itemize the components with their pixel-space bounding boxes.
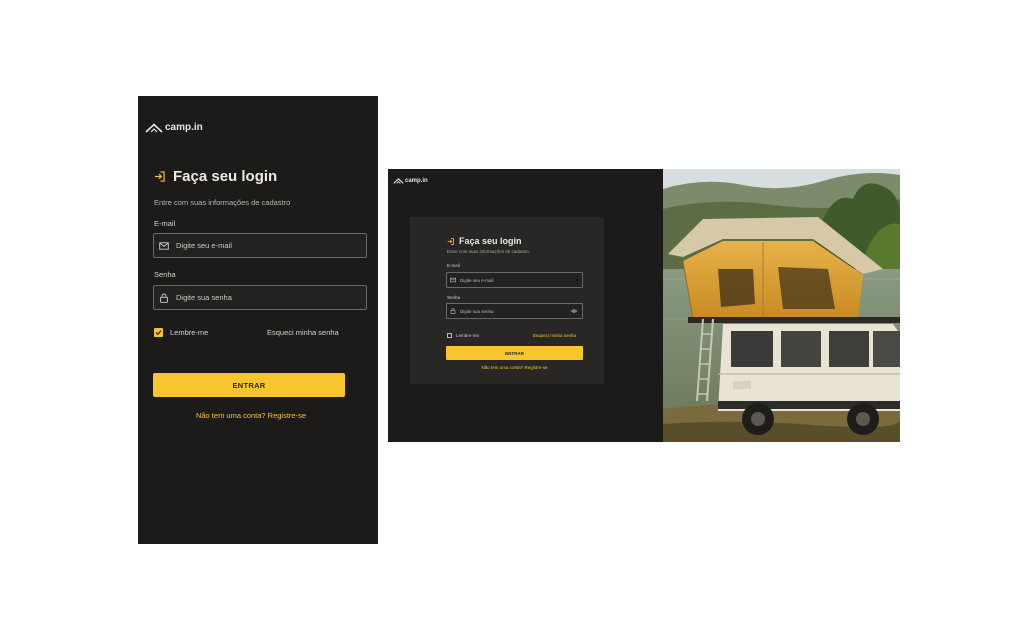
forgot-password-link[interactable]: Esqueci minha senha — [267, 328, 339, 337]
brand-logo[interactable]: camp.in — [393, 178, 428, 184]
brand-logo[interactable]: camp.in — [145, 122, 203, 133]
login-arrow-icon — [154, 171, 165, 182]
page-title: Faça seu login — [447, 236, 522, 246]
subtitle: Entre com suas informações de cadastro — [154, 198, 291, 207]
login-button[interactable]: ENTRAR — [153, 373, 345, 397]
page: camp.in Faça seu login Entre com suas in… — [0, 0, 1036, 629]
lock-icon — [450, 308, 456, 314]
logo-tent-icon — [145, 122, 163, 133]
logo-tent-icon — [393, 178, 404, 184]
login-panel: camp.in Faça seu login Entre com suas in… — [388, 169, 663, 442]
page-title: Faça seu login — [154, 168, 277, 185]
email-field[interactable]: Digite seu e-mail — [446, 272, 583, 288]
email-label: E-mail — [447, 263, 460, 268]
desktop-login-screen: camp.in Faça seu login Entre com suas in… — [388, 169, 900, 442]
title-text: Faça seu login — [459, 236, 522, 246]
remember-me[interactable]: Lembre-me — [154, 328, 208, 337]
remember-label: Lembre-me — [170, 328, 209, 337]
subtitle: Entre com suas informações de cadastro — [447, 249, 529, 254]
check-icon — [155, 330, 162, 336]
remember-me[interactable]: Lembre-me — [447, 333, 479, 338]
password-label: Senha — [154, 270, 176, 279]
register-link[interactable]: Não tem uma conta? Registre-se — [138, 411, 364, 420]
forgot-password-link[interactable]: Esqueci minha senha — [533, 333, 576, 338]
register-link[interactable]: Não tem uma conta? Registre-se — [446, 365, 583, 370]
remember-checkbox[interactable] — [154, 328, 163, 337]
login-arrow-icon — [447, 237, 454, 245]
camper-truck-photo — [663, 169, 900, 442]
password-field[interactable]: Digite sua senha — [446, 303, 583, 319]
lock-icon — [160, 293, 168, 303]
email-placeholder: Digite seu e-mail — [176, 241, 232, 250]
email-label: E-mail — [154, 219, 176, 228]
mail-icon — [159, 241, 169, 250]
login-button[interactable]: ENTRAR — [446, 346, 583, 360]
remember-label: Lembre-me — [456, 333, 480, 338]
email-placeholder: Digite seu e-mail — [460, 277, 494, 283]
mobile-login-screen: camp.in Faça seu login Entre com suas in… — [138, 96, 378, 544]
title-text: Faça seu login — [173, 168, 278, 185]
password-placeholder: Digite sua senha — [460, 308, 494, 314]
eye-icon[interactable] — [571, 308, 577, 314]
password-field[interactable]: Digite sua senha — [153, 285, 367, 310]
password-placeholder: Digite sua senha — [176, 293, 232, 302]
email-field[interactable]: Digite seu e-mail — [153, 233, 367, 258]
brand-name: camp.in — [405, 178, 428, 184]
remember-checkbox[interactable] — [447, 333, 452, 338]
brand-name: camp.in — [165, 122, 203, 133]
mail-icon — [450, 277, 456, 283]
password-label: Senha — [447, 295, 461, 300]
